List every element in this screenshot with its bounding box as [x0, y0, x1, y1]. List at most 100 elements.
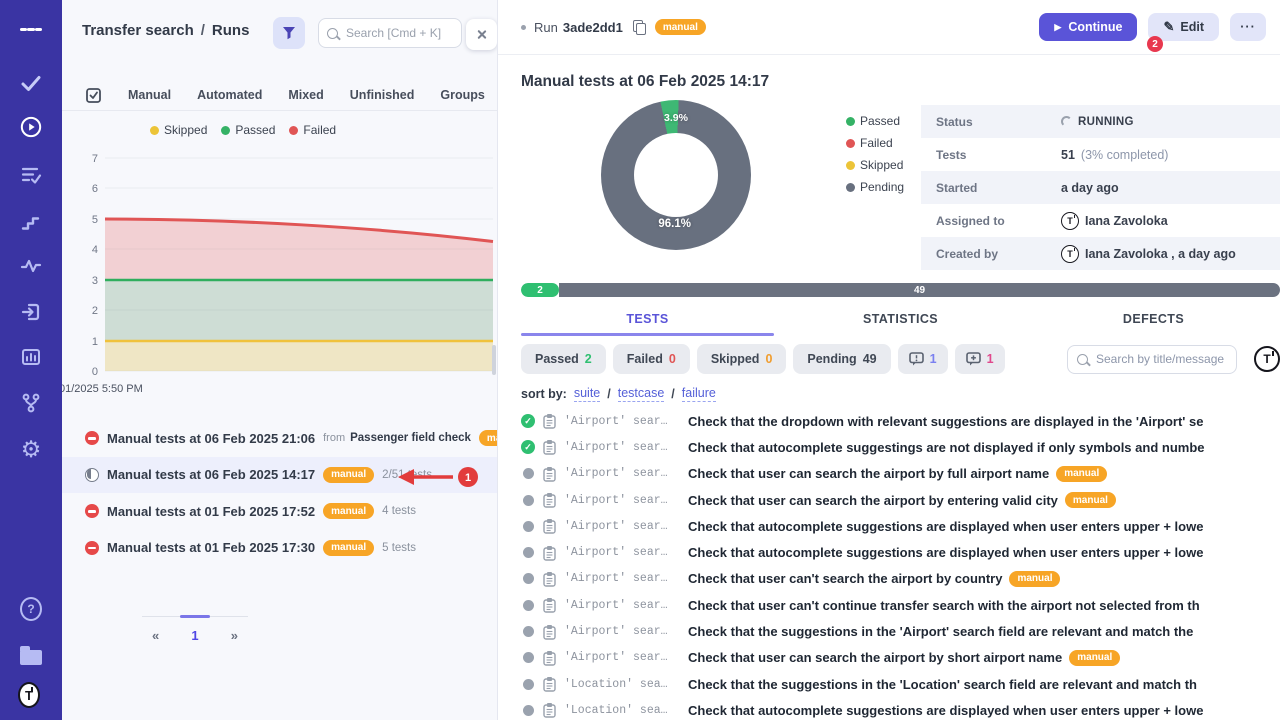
run-row-title: Manual tests at 01 Feb 2025 17:52: [107, 504, 315, 519]
test-row[interactable]: 'Location' sea… Check that autocomplete …: [521, 697, 1280, 720]
test-row[interactable]: 'Airport' sear… Check that user can sear…: [521, 645, 1280, 671]
test-title: Check that autocomplete suggestions are …: [688, 545, 1203, 560]
tab-automated[interactable]: Automated: [197, 88, 262, 102]
tests-count: 51: [1061, 148, 1075, 162]
run-play-icon[interactable]: [20, 116, 42, 138]
manual-badge: manual: [1009, 571, 1060, 587]
test-title: Check that the suggestions in the 'Locat…: [688, 677, 1197, 692]
breadcrumb-current: Runs: [212, 22, 250, 39]
run-progress-bar: 2 49: [521, 283, 1280, 297]
filter-skipped-chip[interactable]: Skipped0: [697, 344, 787, 374]
more-actions-button[interactable]: [1230, 13, 1266, 41]
info-row-created: Created by Iana Zavoloka , a day ago: [921, 237, 1280, 270]
test-row[interactable]: 'Airport' sear… Check that user can sear…: [521, 461, 1280, 487]
assignee-avatar[interactable]: [1061, 212, 1079, 230]
progress-done-segment: 2: [521, 283, 559, 297]
test-row[interactable]: 'Airport' sear… Check that user can sear…: [521, 487, 1280, 513]
filter-failed-chip[interactable]: Failed0: [613, 344, 690, 374]
run-row[interactable]: Manual tests at 06 Feb 2025 21:06 from P…: [62, 420, 497, 457]
run-from-name[interactable]: Passenger field check: [350, 432, 471, 444]
test-suite-name: 'Airport' sear…: [564, 651, 676, 664]
copy-icon[interactable]: [633, 20, 645, 34]
skipped-dot-icon: [846, 161, 855, 170]
manual-badge: manual: [323, 503, 374, 519]
testcase-clipboard-icon: [542, 439, 557, 455]
add-comment-chip[interactable]: 1: [955, 344, 1005, 374]
filter-pending-chip[interactable]: Pending49: [793, 344, 890, 374]
sort-by-failure[interactable]: failure: [682, 386, 716, 402]
status-value: RUNNING: [1078, 116, 1134, 128]
analytics-icon[interactable]: [20, 346, 42, 368]
steps-icon[interactable]: [20, 211, 42, 233]
runs-search[interactable]: [318, 18, 462, 48]
manual-badge: manual: [323, 540, 374, 556]
tab-tests[interactable]: TESTS: [521, 305, 774, 336]
select-all-icon[interactable]: [85, 87, 102, 104]
creator-avatar[interactable]: [1061, 245, 1079, 263]
test-row[interactable]: 'Airport' sear… Check that user can't se…: [521, 566, 1280, 592]
pagination-page-1[interactable]: 1: [191, 628, 198, 643]
test-title: Check that user can't continue transfer …: [688, 598, 1200, 613]
close-panel-button[interactable]: [466, 19, 497, 50]
run-status-dot-icon: [521, 25, 526, 30]
testcase-clipboard-icon: [542, 466, 557, 482]
menu-icon[interactable]: [20, 18, 42, 40]
testcase-clipboard-icon: [542, 545, 557, 561]
continue-button[interactable]: Continue: [1039, 13, 1137, 41]
manual-badge: manual: [479, 430, 498, 446]
tab-mixed[interactable]: Mixed: [288, 88, 323, 102]
filter-button[interactable]: [273, 17, 305, 49]
pulse-icon[interactable]: [20, 255, 42, 277]
svg-text:1: 1: [92, 336, 98, 348]
tab-manual[interactable]: Manual: [128, 88, 171, 102]
sort-by-testcase[interactable]: testcase: [618, 386, 665, 402]
test-row[interactable]: 'Airport' sear… Check that autocomplete …: [521, 434, 1280, 460]
panel-scrollbar[interactable]: [492, 345, 496, 375]
run-row[interactable]: Manual tests at 01 Feb 2025 17:52 manual…: [62, 493, 497, 530]
info-row-started: Started a day ago: [921, 171, 1280, 204]
user-avatar[interactable]: [1254, 346, 1280, 372]
help-icon[interactable]: [20, 598, 42, 620]
test-row[interactable]: 'Airport' sear… Check that autocomplete …: [521, 539, 1280, 565]
test-suite-name: 'Airport' sear…: [564, 625, 676, 638]
spinner-icon: [1061, 116, 1072, 127]
test-row[interactable]: 'Location' sea… Check that the suggestio…: [521, 671, 1280, 697]
tests-check-icon[interactable]: [20, 72, 42, 94]
test-row[interactable]: 'Airport' sear… Check that autocomplete …: [521, 513, 1280, 539]
test-row[interactable]: 'Airport' sear… Check that the suggestio…: [521, 618, 1280, 644]
runs-search-input[interactable]: [344, 25, 453, 41]
tab-groups[interactable]: Groups: [440, 88, 484, 102]
sort-by-suite[interactable]: suite: [574, 386, 600, 402]
testcase-clipboard-icon: [542, 597, 557, 613]
tests-list: 'Airport' sear… Check that the dropdown …: [521, 408, 1280, 720]
run-detail-tabs: TESTS STATISTICS DEFECTS: [521, 305, 1280, 336]
tests-search[interactable]: [1067, 345, 1237, 374]
test-status-icon: [523, 679, 534, 690]
tab-statistics[interactable]: STATISTICS: [774, 305, 1027, 336]
run-status-icon: [85, 468, 99, 482]
projects-folder-icon[interactable]: [20, 644, 42, 666]
testcase-clipboard-icon: [542, 492, 557, 508]
run-status-icon: [85, 504, 99, 518]
runs-list-icon[interactable]: [20, 164, 42, 186]
legend-skipped: Skipped: [150, 123, 207, 137]
tab-defects[interactable]: DEFECTS: [1027, 305, 1280, 336]
test-row[interactable]: 'Airport' sear… Check that user can't co…: [521, 592, 1280, 618]
sidebar-user-avatar[interactable]: [18, 684, 40, 706]
tests-search-input[interactable]: [1094, 351, 1227, 367]
run-row[interactable]: Manual tests at 01 Feb 2025 17:30 manual…: [62, 530, 497, 567]
test-title: Check that the dropdown with relevant su…: [688, 414, 1203, 429]
filter-passed-chip[interactable]: Passed2: [521, 344, 606, 374]
comments-chip[interactable]: 1: [898, 344, 948, 374]
pagination-prev[interactable]: «: [152, 628, 159, 643]
settings-gear-icon[interactable]: [20, 438, 42, 460]
run-detail-topbar: Run 3ade2dd1 manual Continue Edit: [498, 0, 1280, 55]
test-row[interactable]: 'Airport' sear… Check that the dropdown …: [521, 408, 1280, 434]
import-icon[interactable]: [20, 301, 42, 323]
branch-icon[interactable]: [20, 392, 42, 414]
tab-unfinished[interactable]: Unfinished: [350, 88, 415, 102]
pagination-next[interactable]: »: [231, 628, 238, 643]
search-icon: [327, 28, 338, 39]
breadcrumb-parent[interactable]: Transfer search: [82, 22, 194, 39]
svg-text:1: 1: [465, 472, 471, 484]
